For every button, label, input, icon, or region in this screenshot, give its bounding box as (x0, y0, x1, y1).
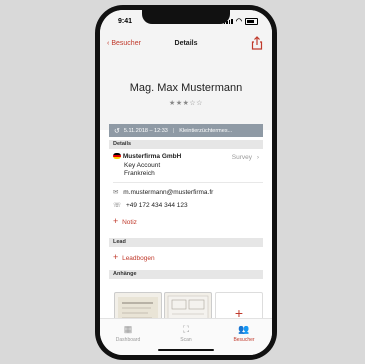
page-title: Details (174, 40, 198, 47)
tab-scan-label: Scan (180, 337, 192, 343)
section-details: Details (109, 140, 263, 149)
visit-datetime: 5.11.2018 – 12:33 (123, 127, 168, 134)
status-time: 9:41 (118, 18, 133, 25)
visit-info-bar[interactable]: ↺ 5.11.2018 – 12:33 | Kleintierzüchterme… (109, 124, 263, 137)
visitor-name: Mag. Max Mustermann (129, 82, 243, 94)
company-country: Frankreich (124, 170, 155, 177)
survey-link[interactable]: Survey › (232, 154, 259, 161)
survey-label: Survey (231, 154, 253, 161)
grid-icon: ▦ (123, 324, 133, 334)
notch (142, 10, 230, 24)
app-screen: 9:41 ◠ ‹ Besucher Details Mag. Max Muste… (100, 10, 272, 355)
scan-icon: ⛶ (182, 324, 190, 334)
chevron-right-icon: › (256, 154, 259, 161)
add-note-button[interactable]: + Notiz (113, 216, 263, 226)
star-filled-icon[interactable]: ★ (176, 100, 183, 107)
navigation-bar: ‹ Besucher Details (100, 36, 272, 54)
phone-row[interactable]: ☏ +49 172 434 344 123 (113, 201, 263, 209)
history-icon: ↺ (114, 127, 120, 135)
share-icon[interactable] (250, 36, 264, 50)
section-lead: Lead (109, 238, 263, 247)
tab-dashboard-label: Dashboard (115, 337, 141, 343)
plus-icon: + (113, 252, 119, 262)
add-leadbogen-label: Leadbogen (122, 255, 155, 262)
people-icon: 👥 (238, 324, 250, 334)
email-value: m.mustermann@musterfirma.fr (123, 189, 214, 196)
plus-icon: + (113, 216, 119, 226)
phone-icon: ☏ (113, 202, 122, 209)
tab-bar: ▦ Dashboard ⛶ Scan 👥 Besucher (100, 318, 272, 355)
flag-de-icon (113, 153, 121, 160)
add-leadbogen-button[interactable]: + Leadbogen (113, 252, 263, 262)
visit-separator: | (172, 127, 175, 134)
phone-frame: 9:41 ◠ ‹ Besucher Details Mag. Max Muste… (95, 5, 277, 360)
email-row[interactable]: ✉ m.mustermann@musterfirma.fr (113, 188, 263, 196)
battery-icon (245, 17, 258, 25)
mail-icon: ✉ (113, 189, 119, 196)
section-attachments: Anhänge (109, 270, 263, 279)
company-name: Musterfirma GmbH (122, 153, 182, 160)
home-indicator (158, 349, 214, 351)
tab-scan[interactable]: ⛶ Scan (161, 324, 211, 343)
add-note-label: Notiz (122, 219, 137, 226)
rating-stars[interactable]: ★★★☆☆ (100, 99, 272, 107)
company-role: Key Account (124, 162, 161, 169)
star-filled-icon[interactable]: ★ (169, 100, 176, 107)
phone-value: +49 172 434 344 123 (125, 202, 188, 209)
tab-besucher[interactable]: 👥 Besucher (219, 324, 269, 343)
visit-event: Kleintierzüchtermes... (179, 127, 233, 134)
tab-dashboard[interactable]: ▦ Dashboard (103, 324, 153, 343)
wifi-icon: ◠ (235, 18, 242, 25)
divider (113, 182, 263, 183)
star-empty-icon[interactable]: ☆ (196, 100, 203, 107)
tab-besucher-label: Besucher (233, 337, 255, 343)
